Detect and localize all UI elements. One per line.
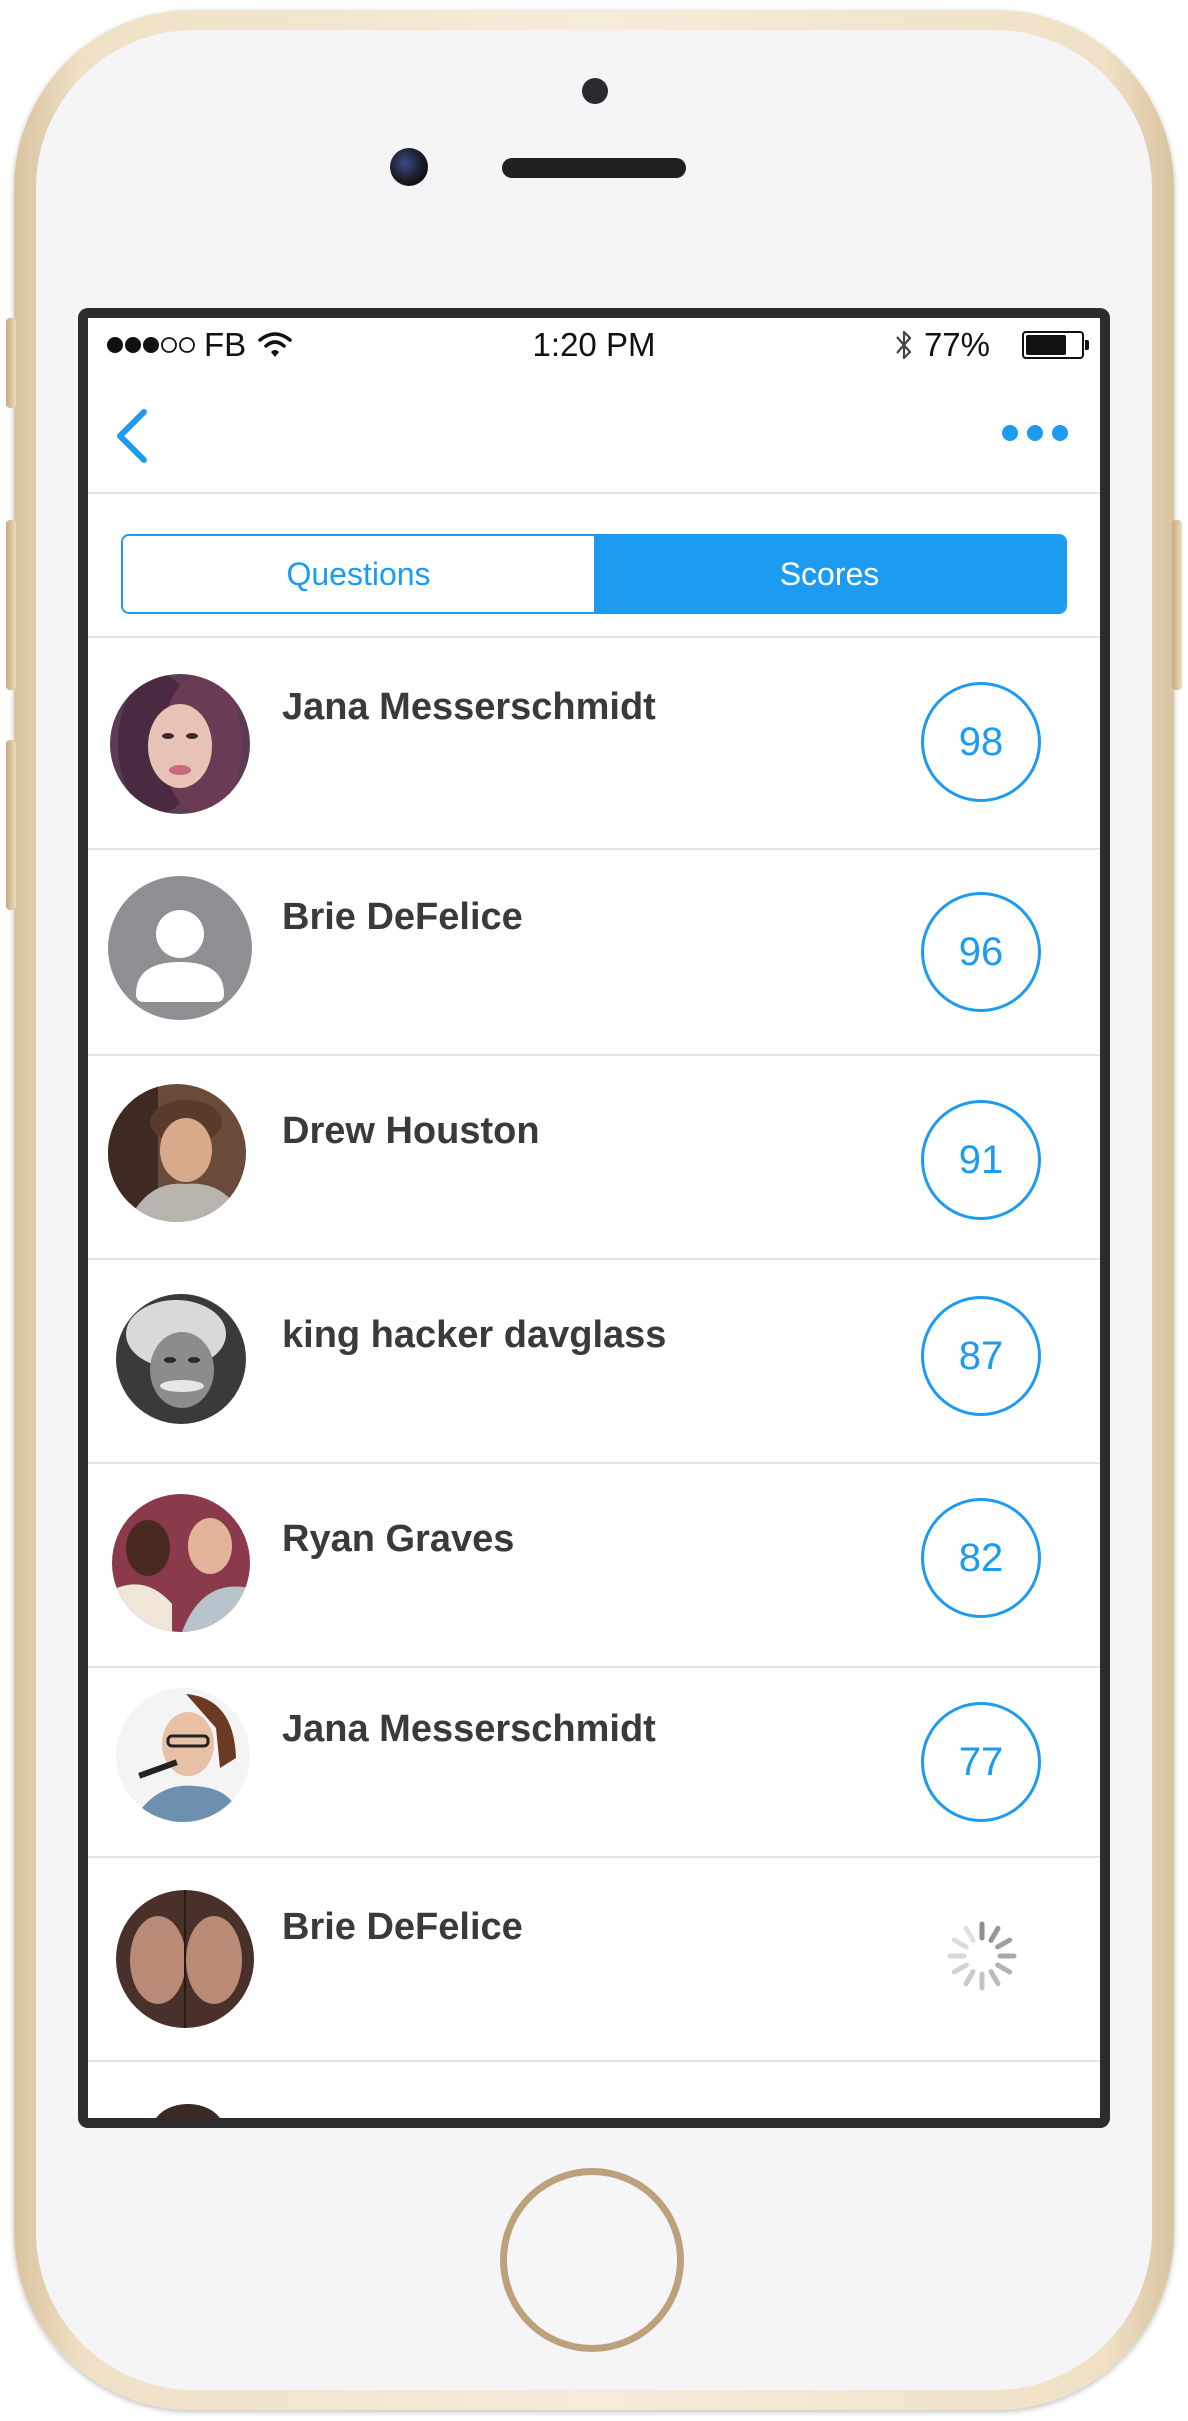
mute-switch <box>6 318 16 408</box>
power-button <box>1172 520 1182 690</box>
avatar <box>108 1084 246 1222</box>
back-button[interactable] <box>110 404 158 468</box>
app-screen: FB 1:20 PM 77% Questions Scores Jana Mes… <box>88 318 1100 2118</box>
player-name: Jana Messerschmidt <box>282 686 656 728</box>
loading-spinner-icon <box>947 1921 1017 1991</box>
avatar <box>116 1294 246 1424</box>
avatar <box>112 1494 250 1632</box>
player-name: Brie DeFelice <box>282 896 523 938</box>
player-name: king hacker davglass <box>282 1314 667 1356</box>
status-bar: FB 1:20 PM 77% <box>88 318 1100 374</box>
player-name: Jana Messerschmidt <box>282 1708 656 1750</box>
segment-area: Questions Scores <box>88 494 1100 638</box>
score-badge: 87 <box>921 1296 1041 1416</box>
avatar <box>116 2100 254 2118</box>
list-item[interactable]: Brie DeFelice <box>88 1858 1100 2062</box>
more-options-button[interactable] <box>1000 418 1070 448</box>
score-badge: 91 <box>921 1100 1041 1220</box>
avatar <box>116 1688 250 1822</box>
navigation-bar <box>88 374 1100 494</box>
score-badge: 77 <box>921 1702 1041 1822</box>
volume-down-button <box>6 740 16 910</box>
list-item[interactable] <box>88 2062 1100 2118</box>
battery-percent: 77% <box>923 326 990 363</box>
list-item[interactable]: king hacker davglass 87 <box>88 1260 1100 1464</box>
score-badge: 98 <box>921 682 1041 802</box>
front-camera <box>390 148 428 186</box>
score-badge: 96 <box>921 892 1041 1012</box>
segmented-control: Questions Scores <box>121 534 1067 614</box>
player-name: Brie DeFelice <box>282 1906 523 1948</box>
earpiece-speaker <box>502 158 686 178</box>
list-item[interactable]: Ryan Graves 82 <box>88 1464 1100 1668</box>
bluetooth-icon <box>896 330 912 360</box>
avatar <box>116 1890 254 2028</box>
player-name: Drew Houston <box>282 1110 540 1152</box>
placeholder-avatar <box>108 876 252 1020</box>
list-item[interactable]: Brie DeFelice 96 <box>88 850 1100 1056</box>
status-right: 77% <box>894 326 1089 364</box>
tab-scores[interactable]: Scores <box>594 536 1065 612</box>
list-item[interactable]: Jana Messerschmidt 98 <box>88 638 1100 850</box>
score-badge: 82 <box>921 1498 1041 1618</box>
list-item[interactable]: Jana Messerschmidt 77 <box>88 1668 1100 1858</box>
home-button[interactable] <box>500 2168 684 2352</box>
battery-icon <box>1022 331 1089 359</box>
avatar <box>110 674 250 814</box>
chevron-left-icon <box>117 409 147 463</box>
scores-list: Jana Messerschmidt 98 Brie DeFelice 96 D… <box>88 638 1100 2118</box>
battery-level <box>1026 335 1066 355</box>
ellipsis-icon <box>1002 425 1068 441</box>
player-name: Ryan Graves <box>282 1518 515 1560</box>
volume-up-button <box>6 520 16 690</box>
list-item[interactable]: Drew Houston 91 <box>88 1056 1100 1260</box>
proximity-sensor <box>582 78 608 104</box>
tab-questions[interactable]: Questions <box>123 536 594 612</box>
user-silhouette-icon <box>136 910 224 1002</box>
